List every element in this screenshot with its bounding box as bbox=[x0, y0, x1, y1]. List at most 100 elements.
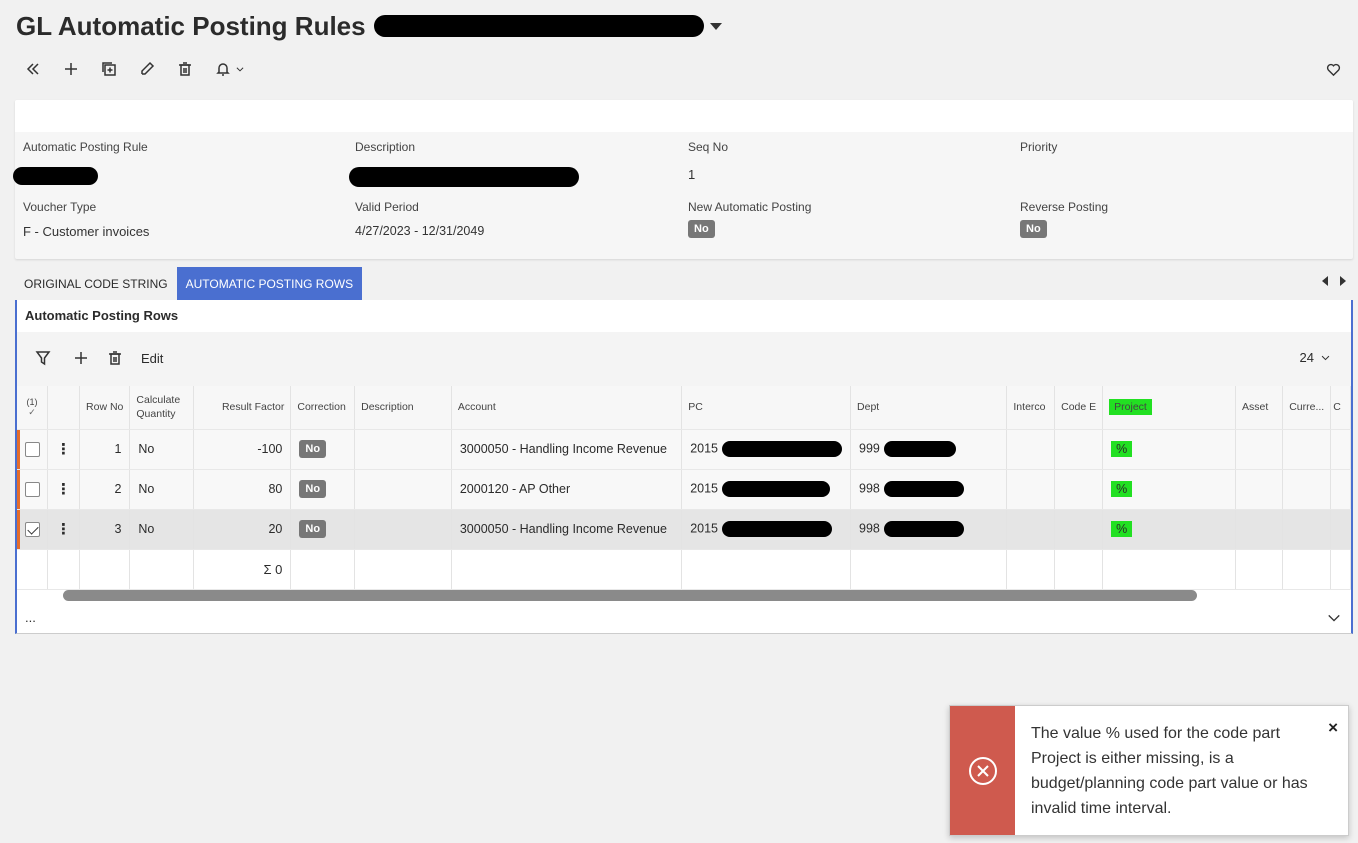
dept-value: 998 bbox=[859, 521, 880, 536]
result-factor-cell: -100 bbox=[193, 429, 292, 470]
row-menu-icon[interactable]: ⋮ bbox=[47, 429, 81, 470]
asset-cell bbox=[1235, 429, 1284, 470]
more-cell bbox=[1330, 469, 1351, 510]
col-project-label: Project bbox=[1109, 399, 1152, 416]
expand-chevron-icon[interactable] bbox=[1327, 611, 1341, 630]
check-icon: ✓ bbox=[28, 406, 36, 417]
new-button[interactable] bbox=[60, 58, 82, 80]
table-header-row: (1) ✓ Row No Calculate Quantity Result F… bbox=[17, 386, 1351, 430]
panel-footer-more[interactable]: ... bbox=[25, 610, 36, 625]
error-circle-x-icon bbox=[968, 756, 997, 785]
row-select-cell[interactable] bbox=[17, 509, 49, 550]
row-checkbox[interactable] bbox=[24, 481, 40, 497]
sum-empty-cell bbox=[1102, 549, 1237, 590]
interco-cell bbox=[1006, 469, 1056, 510]
row-checkbox[interactable] bbox=[24, 441, 40, 457]
col-pc[interactable]: PC bbox=[681, 386, 852, 430]
project-value: % bbox=[1111, 481, 1133, 497]
correction-badge: No bbox=[299, 520, 327, 538]
valid-period-field: Valid Period 4/27/2023 - 12/31/2049 bbox=[355, 200, 675, 238]
back-button[interactable] bbox=[22, 58, 44, 80]
redacted-rule-value bbox=[13, 167, 98, 185]
valid-period-value: 4/27/2023 - 12/31/2049 bbox=[355, 224, 485, 238]
row-checkbox-checked[interactable] bbox=[24, 521, 40, 537]
title-dropdown-icon[interactable] bbox=[709, 22, 722, 30]
correction-badge: No bbox=[299, 440, 327, 458]
table-row-selected[interactable]: ⋮ 3 No 20 No 3000050 - Handling Income R… bbox=[17, 509, 1351, 550]
sum-empty-cell bbox=[681, 549, 852, 590]
sum-empty-cell bbox=[129, 549, 194, 590]
duplicate-button[interactable] bbox=[98, 58, 120, 80]
redacted-title-suffix bbox=[373, 15, 704, 37]
redacted-dept-desc bbox=[883, 521, 964, 537]
pc-cell: 2015 bbox=[681, 469, 852, 510]
table-row[interactable]: ⋮ 1 No -100 No 3000050 - Handling Income… bbox=[17, 429, 1351, 470]
heart-icon bbox=[1326, 63, 1340, 76]
tab-scroll-left-icon[interactable] bbox=[1322, 276, 1328, 286]
tab-automatic-posting-rows[interactable]: AUTOMATIC POSTING ROWS bbox=[176, 267, 363, 301]
dept-cell: 998 bbox=[850, 509, 1008, 550]
sum-empty-cell bbox=[1330, 549, 1351, 590]
chevron-down-icon bbox=[236, 67, 244, 72]
col-code-e[interactable]: Code E bbox=[1054, 386, 1104, 430]
plus-icon[interactable] bbox=[73, 350, 89, 366]
table-row[interactable]: ⋮ 2 No 80 No 2000120 - AP Other 2015 998… bbox=[17, 469, 1351, 510]
select-all-header[interactable]: (1) ✓ bbox=[17, 386, 49, 430]
favorite-button[interactable] bbox=[1322, 58, 1344, 80]
more-cell bbox=[1330, 429, 1351, 470]
automatic-posting-rows-panel: Automatic Posting Rows Edit 24 (1) ✓ Row… bbox=[15, 300, 1353, 634]
grid-edit-button[interactable]: Edit bbox=[141, 351, 163, 366]
voucher-type-value: F - Customer invoices bbox=[23, 224, 150, 239]
row-select-cell[interactable] bbox=[17, 429, 49, 470]
table-sum-row: Σ 0 bbox=[17, 549, 1351, 590]
col-dept[interactable]: Dept bbox=[850, 386, 1008, 430]
col-currency[interactable]: Curre... bbox=[1282, 386, 1332, 430]
dept-cell: 998 bbox=[850, 469, 1008, 510]
delete-button[interactable] bbox=[174, 58, 196, 80]
row-menu-icon[interactable]: ⋮ bbox=[47, 509, 81, 550]
account-cell: 3000050 - Handling Income Revenue bbox=[451, 509, 683, 550]
currency-cell bbox=[1282, 469, 1332, 510]
col-calculate-quantity[interactable]: Calculate Quantity bbox=[129, 386, 194, 430]
description-cell bbox=[354, 469, 452, 510]
tab-original-code-string[interactable]: ORIGINAL CODE STRING bbox=[15, 267, 177, 301]
col-description[interactable]: Description bbox=[354, 386, 452, 430]
project-value: % bbox=[1111, 441, 1133, 457]
sum-empty-cell bbox=[850, 549, 1008, 590]
pc-cell: 2015 bbox=[681, 509, 852, 550]
trash-icon[interactable] bbox=[107, 350, 123, 366]
col-project[interactable]: Project bbox=[1102, 386, 1237, 430]
panel-title: Automatic Posting Rows bbox=[25, 308, 179, 323]
edit-button[interactable] bbox=[136, 58, 158, 80]
filter-icon[interactable] bbox=[35, 350, 51, 366]
toast-close-button[interactable]: × bbox=[1328, 718, 1338, 738]
tab-scroll-right-icon[interactable] bbox=[1340, 276, 1346, 286]
page-size-select[interactable]: 24 bbox=[1300, 350, 1331, 365]
code-e-cell bbox=[1054, 469, 1104, 510]
row-menu-icon[interactable]: ⋮ bbox=[47, 469, 81, 510]
description-cell bbox=[354, 509, 452, 550]
sum-empty-cell bbox=[79, 549, 131, 590]
col-row-no[interactable]: Row No bbox=[79, 386, 131, 430]
col-more[interactable]: C bbox=[1330, 386, 1351, 430]
col-account[interactable]: Account bbox=[451, 386, 683, 430]
col-result-factor[interactable]: Result Factor bbox=[193, 386, 292, 430]
row-no-cell: 2 bbox=[79, 469, 131, 510]
notifications-button[interactable] bbox=[212, 58, 248, 80]
dept-cell: 999 bbox=[850, 429, 1008, 470]
selected-count: (1) bbox=[26, 396, 38, 407]
chevron-down-icon bbox=[1321, 355, 1330, 361]
row-select-cell[interactable] bbox=[17, 469, 49, 510]
col-correction[interactable]: Correction bbox=[290, 386, 356, 430]
redacted-dept-desc bbox=[883, 481, 964, 497]
horizontal-scrollbar[interactable] bbox=[63, 590, 1197, 601]
tab-scroll-arrows bbox=[1322, 276, 1346, 286]
interco-cell bbox=[1006, 429, 1056, 470]
col-interco[interactable]: Interco bbox=[1006, 386, 1056, 430]
col-asset[interactable]: Asset bbox=[1235, 386, 1284, 430]
pc-cell: 2015 bbox=[681, 429, 852, 470]
project-cell: % bbox=[1102, 429, 1237, 470]
currency-cell bbox=[1282, 509, 1332, 550]
priority-field: Priority bbox=[1020, 140, 1340, 167]
result-factor-cell: 20 bbox=[193, 509, 292, 550]
